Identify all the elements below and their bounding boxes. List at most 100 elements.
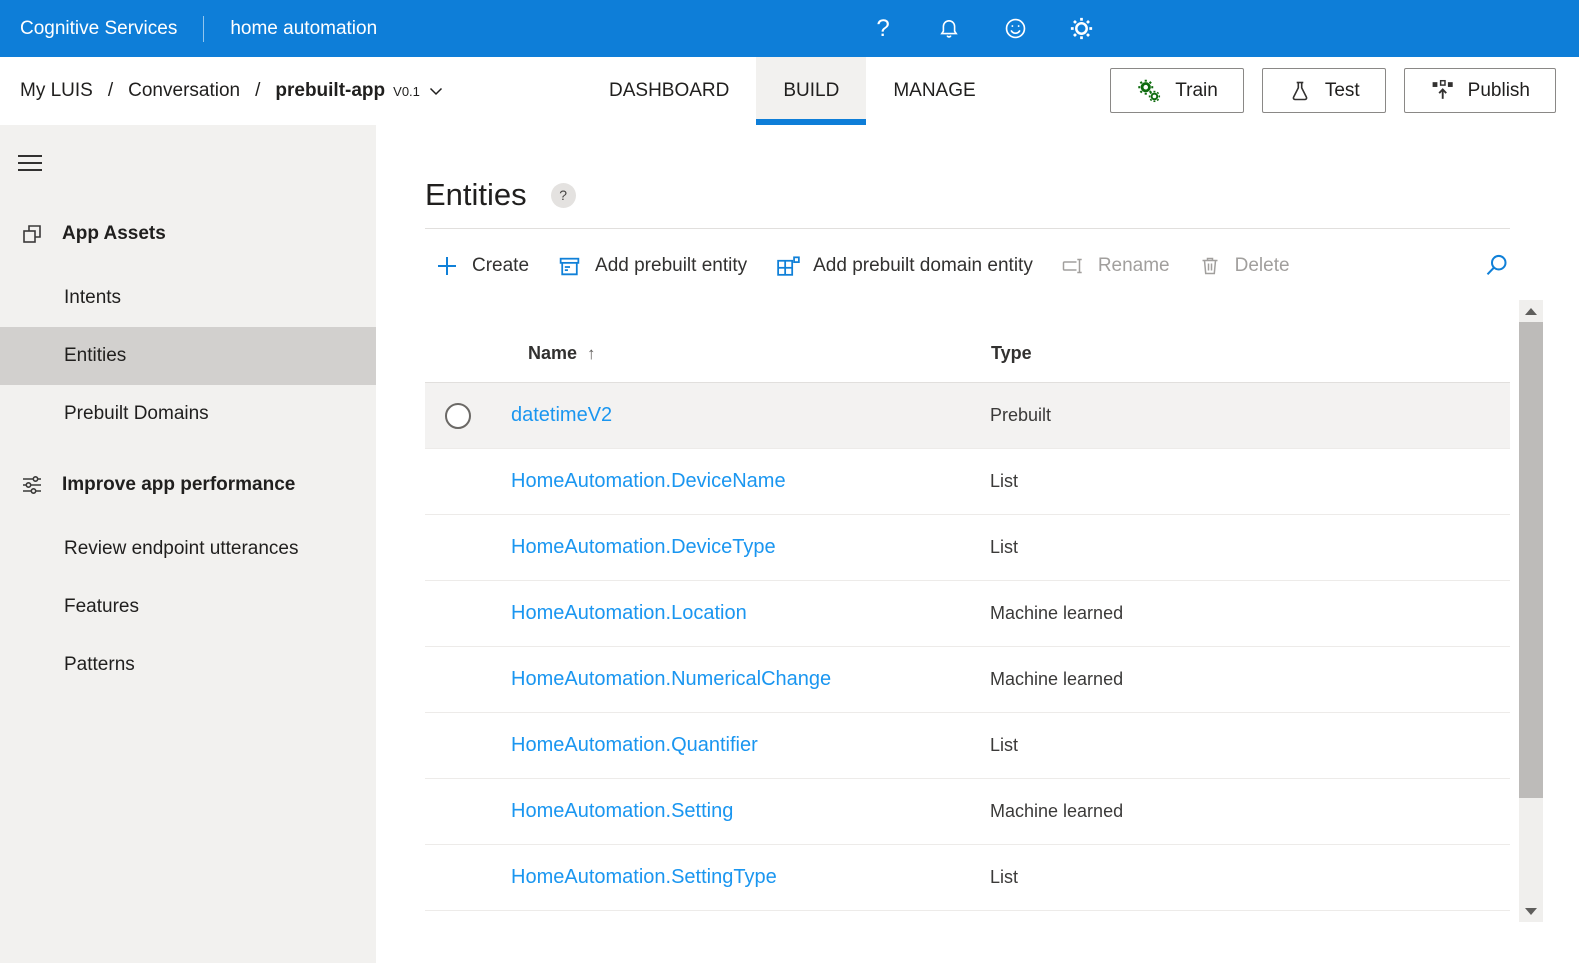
feedback-smiley-icon[interactable]	[1002, 16, 1028, 42]
entities-table: Name ↑ Type datetimeV2 Prebuilt HomeAuto…	[425, 325, 1510, 911]
rename-button[interactable]: Rename	[1061, 254, 1170, 278]
brand-title[interactable]: Cognitive Services	[20, 18, 177, 40]
table-row[interactable]: datetimeV2 Prebuilt	[425, 383, 1510, 449]
sidebar-item-features[interactable]: Features	[0, 578, 376, 636]
entity-type: List	[990, 867, 1510, 888]
entity-name-link[interactable]: datetimeV2	[511, 404, 612, 427]
create-button[interactable]: Create	[435, 254, 529, 278]
main-content: Entities ? Create	[425, 125, 1510, 911]
main-panel: Entities ? Create	[376, 125, 1579, 963]
tab-build[interactable]: BUILD	[756, 57, 866, 125]
row-radio-button[interactable]	[445, 403, 471, 429]
publish-button[interactable]: Publish	[1404, 68, 1556, 113]
title-divider	[425, 228, 1510, 229]
topbar-icon-group: ?	[870, 0, 1094, 57]
train-button[interactable]: Train	[1110, 68, 1244, 113]
entity-type: List	[990, 735, 1510, 756]
chevron-down-icon[interactable]	[429, 87, 443, 96]
table-row[interactable]: HomeAutomation.NumericalChange Machine l…	[425, 647, 1510, 713]
sidebar-item-label: Intents	[64, 287, 121, 309]
navbar: My LUIS / Conversation / prebuilt-app V0…	[0, 57, 1579, 125]
entity-name-link[interactable]: HomeAutomation.Setting	[511, 800, 733, 823]
notifications-bell-icon[interactable]	[936, 16, 962, 42]
tab-label: BUILD	[783, 80, 839, 102]
vertical-scrollbar[interactable]	[1519, 300, 1543, 922]
tab-dashboard[interactable]: DASHBOARD	[582, 57, 756, 125]
row-name-cell: HomeAutomation.SettingType	[511, 866, 990, 889]
row-name-cell: HomeAutomation.Location	[511, 602, 990, 625]
publish-button-label: Publish	[1468, 80, 1530, 102]
table-row[interactable]: HomeAutomation.DeviceName List	[425, 449, 1510, 515]
table-row[interactable]: HomeAutomation.Location Machine learned	[425, 581, 1510, 647]
test-button[interactable]: Test	[1262, 68, 1386, 113]
entity-name-link[interactable]: HomeAutomation.Location	[511, 602, 747, 625]
table-row[interactable]: HomeAutomation.Setting Machine learned	[425, 779, 1510, 845]
scrollbar-thumb[interactable]	[1519, 322, 1543, 798]
type-column-header[interactable]: Type	[973, 343, 1510, 364]
sidebar-section-label: Improve app performance	[62, 474, 295, 496]
entity-name-link[interactable]: HomeAutomation.DeviceName	[511, 470, 786, 493]
sidebar: App Assets Intents Entities Prebuilt Dom…	[0, 125, 376, 963]
rename-icon	[1061, 254, 1085, 278]
entities-help-icon[interactable]: ?	[551, 183, 576, 208]
entity-name-link[interactable]: HomeAutomation.DeviceType	[511, 536, 776, 559]
row-select-cell	[425, 667, 511, 693]
sidebar-item-intents[interactable]: Intents	[0, 269, 376, 327]
sidebar-header-app-assets[interactable]: App Assets	[0, 219, 376, 249]
title-row: Entities ?	[425, 125, 1510, 213]
row-select-cell	[425, 733, 511, 759]
sidebar-item-prebuilt-domains[interactable]: Prebuilt Domains	[0, 385, 376, 443]
row-select-cell	[425, 535, 511, 561]
sliders-icon	[20, 473, 44, 497]
sidebar-section-improve: Improve app performance Review endpoint …	[0, 470, 376, 694]
name-column-header[interactable]: Name ↑	[511, 343, 973, 364]
table-row[interactable]: HomeAutomation.DeviceType List	[425, 515, 1510, 581]
sidebar-item-review-endpoint-utterances[interactable]: Review endpoint utterances	[0, 520, 376, 578]
search-icon[interactable]	[1483, 252, 1510, 279]
scroll-up-icon[interactable]	[1519, 302, 1543, 320]
row-select-cell	[425, 799, 511, 825]
row-select-cell	[425, 601, 511, 627]
entity-name-link[interactable]: HomeAutomation.NumericalChange	[511, 668, 831, 691]
add-prebuilt-domain-entity-button[interactable]: Add prebuilt domain entity	[775, 254, 1033, 279]
plus-icon	[435, 254, 459, 278]
topbar: Cognitive Services home automation ?	[0, 0, 1579, 57]
archive-box-icon	[557, 254, 582, 279]
row-select-cell	[425, 403, 511, 429]
breadcrumb-app-name[interactable]: prebuilt-app	[275, 80, 385, 102]
breadcrumb-conversation[interactable]: Conversation	[128, 80, 240, 102]
topbar-divider	[203, 16, 204, 42]
add-prebuilt-entity-button[interactable]: Add prebuilt entity	[557, 254, 747, 279]
train-button-label: Train	[1175, 80, 1218, 102]
toolbar: Create Add prebuilt entity	[425, 243, 1510, 289]
type-column-label: Type	[991, 343, 1032, 363]
version-label[interactable]: V0.1	[393, 84, 420, 99]
table-row[interactable]: HomeAutomation.SettingType List	[425, 845, 1510, 911]
app-name: home automation	[230, 18, 377, 40]
help-icon[interactable]: ?	[870, 16, 896, 42]
sidebar-item-patterns[interactable]: Patterns	[0, 636, 376, 694]
domain-grid-icon	[775, 254, 800, 279]
entities-table-body: datetimeV2 Prebuilt HomeAutomation.Devic…	[425, 383, 1510, 911]
row-select-cell	[425, 469, 511, 495]
sidebar-item-entities[interactable]: Entities	[0, 327, 376, 385]
tab-manage[interactable]: MANAGE	[866, 57, 1002, 125]
add-prebuilt-domain-entity-label: Add prebuilt domain entity	[813, 255, 1033, 277]
delete-button[interactable]: Delete	[1198, 254, 1290, 278]
entity-name-link[interactable]: HomeAutomation.Quantifier	[511, 734, 758, 757]
settings-gear-icon[interactable]	[1068, 16, 1094, 42]
train-gears-icon	[1136, 78, 1162, 104]
row-name-cell: HomeAutomation.DeviceType	[511, 536, 990, 559]
entity-name-link[interactable]: HomeAutomation.SettingType	[511, 866, 777, 889]
table-row[interactable]: HomeAutomation.Quantifier List	[425, 713, 1510, 779]
breadcrumb-my-luis[interactable]: My LUIS	[20, 80, 93, 102]
sidebar-item-label: Entities	[64, 345, 126, 367]
sidebar-header-improve[interactable]: Improve app performance	[0, 470, 376, 500]
sidebar-section-app-assets: App Assets Intents Entities Prebuilt Dom…	[0, 219, 376, 443]
scroll-down-icon[interactable]	[1519, 902, 1543, 920]
rename-button-label: Rename	[1098, 255, 1170, 277]
sidebar-items: Review endpoint utterances Features Patt…	[0, 520, 376, 694]
breadcrumb: My LUIS / Conversation / prebuilt-app V0…	[20, 57, 443, 125]
hamburger-menu-icon[interactable]	[18, 155, 42, 171]
row-name-cell: HomeAutomation.Quantifier	[511, 734, 990, 757]
